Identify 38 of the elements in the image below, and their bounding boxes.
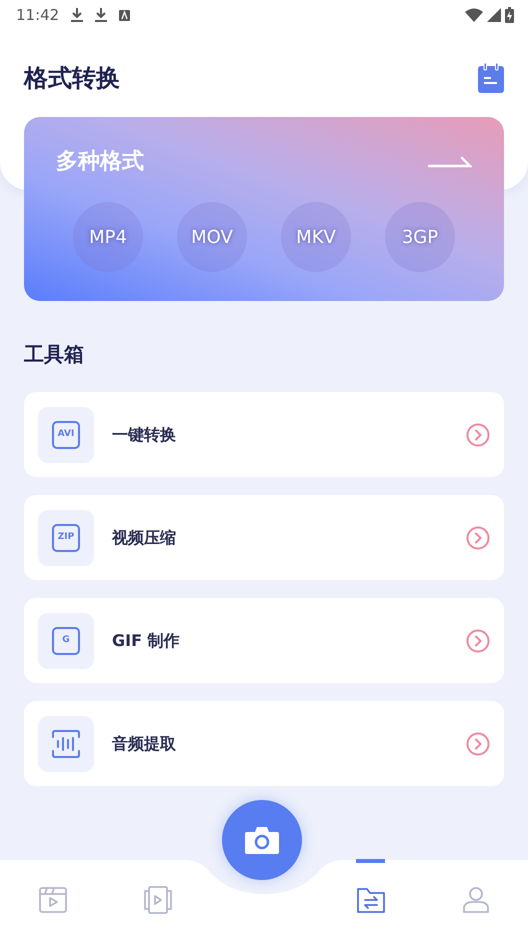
person-icon [462,886,490,914]
page-title: 格式转换 [24,63,120,94]
format-chip[interactable]: MP4 [73,202,143,272]
tool-label: 一键转换 [112,424,177,446]
status-time: 11:42 [16,4,60,26]
download-icon [95,8,108,22]
camera-icon [245,826,279,854]
tool-row[interactable]: ZIP 视频压缩 [24,495,504,580]
battery-icon [505,7,514,23]
chevron-circle-icon [466,422,490,446]
chevron-circle-icon [466,732,490,756]
formats-banner[interactable]: 多种格式 MP4 MOV MKV 3GP [24,117,504,301]
audio-wave-icon [51,728,81,758]
tool-label: GIF 制作 [112,630,181,652]
chevron-circle-icon [466,628,490,652]
folder-transfer-icon [356,886,386,914]
tool-label: 音频提取 [112,732,177,754]
active-indicator [356,859,385,863]
tool-row[interactable]: G GIF 制作 [24,598,504,683]
wifi-icon [465,8,483,22]
format-chip[interactable]: 3GP [385,202,455,272]
section-title: 工具箱 [24,341,85,368]
tool-icon: AVI [52,420,80,448]
clapper-icon [38,886,66,914]
tool-label: 视频压缩 [112,526,177,548]
banner-title: 多种格式 [56,148,144,176]
tool-row[interactable]: 音频提取 [24,701,504,786]
video-slides-icon [142,886,172,914]
notepad-icon[interactable] [478,63,504,93]
tool-icon: G [52,626,80,654]
format-chip[interactable]: MOV [177,202,247,272]
tool-icon: ZIP [52,524,80,552]
download-icon [71,8,84,22]
tool-row[interactable]: AVI 一键转换 [24,392,504,477]
keyboard-icon [119,10,130,20]
format-chip[interactable]: MKV [281,202,351,272]
signal-icon [487,8,501,22]
chevron-circle-icon [466,526,490,550]
